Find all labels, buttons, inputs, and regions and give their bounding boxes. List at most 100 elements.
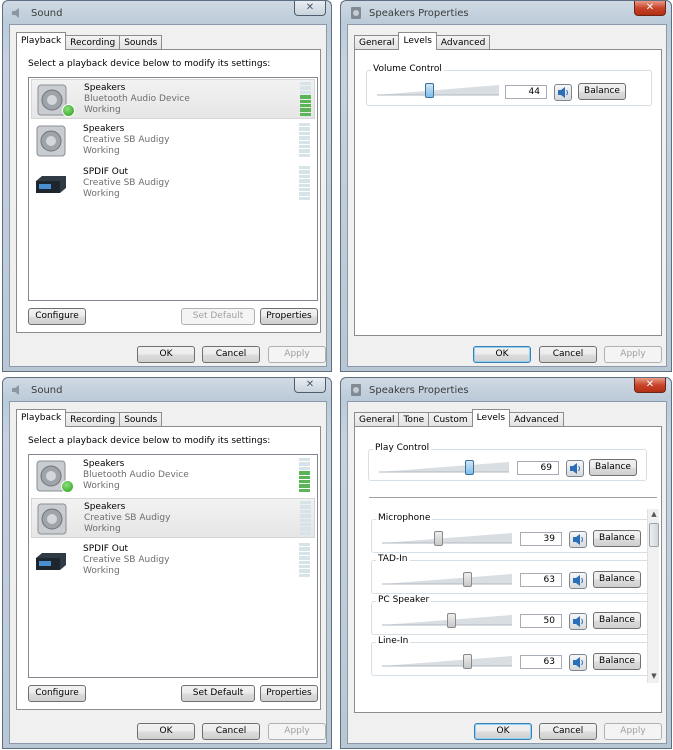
level-value-field[interactable]: 63 — [520, 573, 562, 587]
volume-slider-track[interactable] — [377, 85, 499, 97]
tab-sounds[interactable]: Sounds — [119, 35, 163, 50]
play-slider-thumb[interactable] — [465, 460, 474, 475]
properties-button[interactable]: Properties — [260, 685, 318, 702]
device-row[interactable]: Speakers Creative SB Audigy Working — [31, 121, 315, 161]
close-button[interactable]: ✕ — [294, 1, 326, 16]
balance-button[interactable]: Balance — [593, 653, 641, 670]
ok-button[interactable]: OK — [473, 346, 531, 363]
cancel-button[interactable]: Cancel — [539, 346, 597, 363]
speaker-icon — [37, 503, 67, 535]
device-description: Creative SB Audigy — [83, 178, 170, 188]
balance-button[interactable]: Balance — [593, 530, 641, 547]
apply-button[interactable]: Apply — [604, 723, 662, 740]
level-slider-track[interactable] — [382, 533, 512, 545]
balance-button[interactable]: Balance — [593, 571, 641, 588]
level-slider-thumb[interactable] — [463, 654, 472, 669]
device-status: Working — [83, 189, 120, 199]
play-slider-track[interactable] — [379, 462, 509, 474]
tab-general[interactable]: General — [354, 35, 400, 50]
tab-tone[interactable]: Tone — [398, 412, 430, 427]
tab-levels[interactable]: Levels — [471, 409, 511, 427]
device-list[interactable]: Speakers Bluetooth Audio Device Working … — [28, 77, 318, 301]
mute-speaker-button[interactable] — [566, 460, 584, 477]
play-control-group: Play Control 69 Balance — [368, 443, 647, 481]
cancel-button[interactable]: Cancel — [202, 723, 260, 740]
tab-advanced[interactable]: Advanced — [435, 35, 491, 50]
tab-recording[interactable]: Recording — [65, 35, 121, 50]
sound-window-top: Sound ✕ Playback Recording Sounds Select… — [2, 0, 332, 372]
tab-sounds[interactable]: Sounds — [119, 412, 163, 427]
scroll-thumb[interactable] — [649, 523, 659, 547]
volume-control-label: Volume Control — [371, 64, 444, 74]
balance-button[interactable]: Balance — [578, 83, 626, 100]
close-button[interactable]: ✕ — [294, 378, 326, 393]
device-row[interactable]: SPDIF Out Creative SB Audigy Working — [31, 541, 315, 581]
level-slider-track[interactable] — [382, 656, 512, 668]
device-row[interactable]: SPDIF Out Creative SB Audigy Working — [31, 164, 315, 204]
device-description: Creative SB Audigy — [83, 135, 170, 145]
speaker-app-icon — [351, 384, 361, 396]
volume-slider-thumb[interactable] — [425, 83, 434, 98]
ok-button[interactable]: OK — [474, 723, 532, 740]
window-title: Sound — [31, 7, 63, 19]
mute-speaker-button[interactable] — [569, 613, 587, 630]
cancel-button[interactable]: Cancel — [202, 346, 260, 363]
ok-button[interactable]: OK — [137, 346, 195, 363]
mute-speaker-button[interactable] — [569, 654, 587, 671]
scroll-down-arrow[interactable]: ▼ — [649, 672, 659, 682]
speaker-icon — [558, 87, 568, 98]
scroll-up-arrow[interactable]: ▲ — [649, 510, 659, 520]
tab-recording[interactable]: Recording — [65, 412, 121, 427]
properties-button[interactable]: Properties — [260, 308, 318, 325]
set-default-button[interactable]: Set Default — [181, 308, 255, 325]
device-row[interactable]: Speakers Bluetooth Audio Device Working — [31, 79, 315, 119]
device-list[interactable]: Speakers Bluetooth Audio Device Working … — [28, 454, 318, 678]
sound-app-icon — [12, 8, 19, 18]
title-bar[interactable]: Sound — [3, 378, 331, 402]
tab-playback[interactable]: Playback — [16, 409, 67, 427]
level-label: TAD-In — [376, 554, 410, 564]
close-button[interactable]: ✕ — [634, 1, 666, 16]
apply-button[interactable]: Apply — [268, 723, 326, 740]
tab-advanced[interactable]: Advanced — [509, 412, 564, 427]
tab-levels[interactable]: Levels — [398, 32, 437, 50]
speaker-icon — [573, 616, 583, 627]
level-slider-thumb[interactable] — [447, 613, 456, 628]
mute-speaker-button[interactable] — [569, 531, 587, 548]
level-value-field[interactable]: 50 — [520, 614, 562, 628]
level-slider-thumb[interactable] — [463, 572, 472, 587]
configure-button[interactable]: Configure — [28, 685, 86, 702]
configure-button[interactable]: Configure — [28, 308, 86, 325]
device-status: Working — [84, 105, 121, 115]
level-value-field[interactable]: 63 — [520, 655, 562, 669]
device-row[interactable]: Speakers Creative SB Audigy Working — [31, 498, 315, 538]
play-value-field[interactable]: 69 — [517, 461, 559, 475]
title-bar[interactable]: Speakers Properties — [341, 1, 671, 25]
cancel-button[interactable]: Cancel — [539, 723, 597, 740]
apply-button[interactable]: Apply — [604, 346, 662, 363]
ok-button[interactable]: OK — [137, 723, 195, 740]
mute-speaker-button[interactable] — [569, 572, 587, 589]
title-bar[interactable]: Sound — [3, 1, 331, 25]
balance-button[interactable]: Balance — [589, 459, 637, 476]
set-default-button[interactable]: Set Default — [181, 685, 255, 702]
level-slider-thumb[interactable] — [434, 531, 443, 546]
level-value-field[interactable]: 39 — [520, 532, 562, 546]
tab-strip: Playback Recording Sounds — [16, 409, 163, 427]
balance-button[interactable]: Balance — [593, 612, 641, 629]
volume-value-field[interactable]: 44 — [505, 85, 547, 99]
tab-panel: Volume Control 44 Balance — [354, 49, 662, 336]
mute-speaker-button[interactable] — [554, 84, 572, 101]
close-button[interactable]: ✕ — [634, 378, 666, 393]
apply-button[interactable]: Apply — [268, 346, 326, 363]
levels-scrollbar[interactable]: ▲ ▼ — [647, 509, 659, 683]
tab-panel: Play Control 69 Balance Microphone 39 Ba… — [354, 426, 662, 713]
tab-custom[interactable]: Custom — [428, 412, 473, 427]
level-slider-track[interactable] — [382, 574, 512, 586]
instruction-text: Select a playback device below to modify… — [28, 59, 271, 69]
client-area: Playback Recording Sounds Select a playb… — [9, 24, 327, 367]
device-row[interactable]: Speakers Bluetooth Audio Device Working — [31, 456, 315, 496]
title-bar[interactable]: Speakers Properties — [341, 378, 671, 402]
tab-general[interactable]: General — [354, 412, 400, 427]
tab-playback[interactable]: Playback — [16, 32, 67, 50]
